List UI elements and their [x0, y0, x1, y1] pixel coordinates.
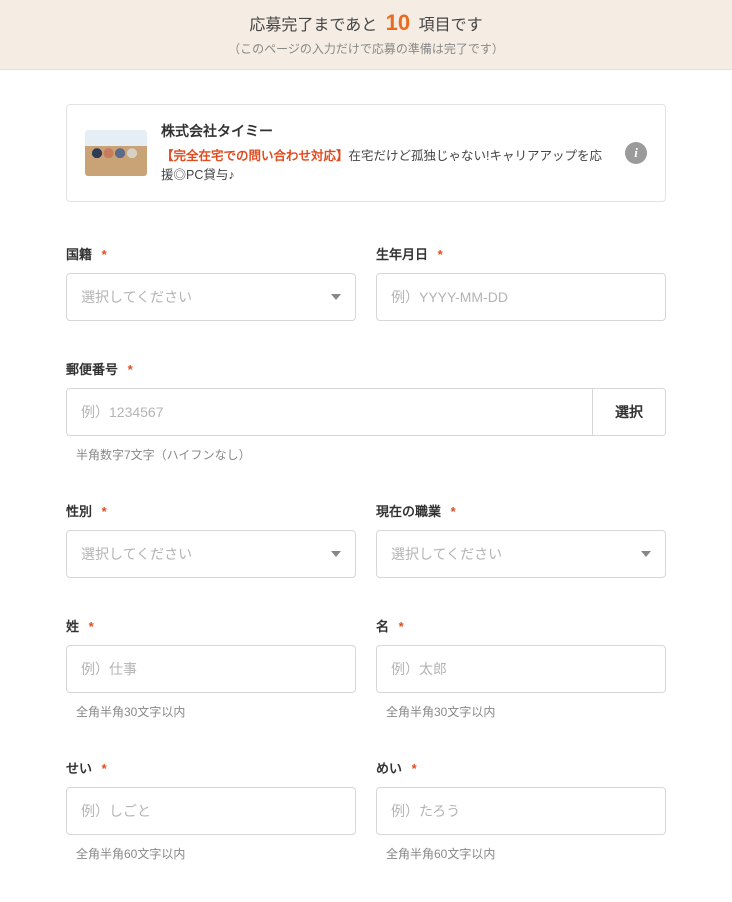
field-lastname-kana: せい * 全角半角60文字以内 — [66, 758, 356, 862]
gender-select[interactable]: 選択してください — [66, 530, 356, 578]
chevron-down-icon — [641, 551, 651, 557]
postal-input[interactable] — [67, 389, 592, 435]
label-occupation: 現在の職業 * — [376, 501, 666, 520]
postal-group: 選択 — [66, 388, 666, 436]
firstname-input[interactable] — [376, 645, 666, 693]
chevron-down-icon — [331, 551, 341, 557]
progress-prefix: 応募完了まであと — [249, 17, 377, 34]
job-thumbnail — [85, 130, 147, 176]
required-mark: * — [399, 619, 404, 634]
required-mark: * — [451, 504, 456, 519]
postal-select-button[interactable]: 選択 — [592, 389, 665, 435]
required-mark: * — [128, 362, 133, 377]
lastname-kana-input[interactable] — [66, 787, 356, 835]
field-postal: 郵便番号 * 選択 半角数字7文字（ハイフンなし） — [66, 359, 666, 463]
progress-main-text: 応募完了まであと 10 項目です — [0, 10, 732, 36]
info-icon[interactable]: i — [625, 142, 647, 164]
job-company: 株式会社タイミー — [161, 121, 611, 141]
progress-banner: 応募完了まであと 10 項目です （このページの入力だけで応募の準備は完了です） — [0, 0, 732, 70]
progress-suffix: 項目です — [419, 17, 483, 34]
occupation-select[interactable]: 選択してください — [376, 530, 666, 578]
gender-placeholder: 選択してください — [81, 544, 331, 564]
chevron-down-icon — [331, 294, 341, 300]
lastname-hint: 全角半角30文字以内 — [66, 703, 356, 720]
required-mark: * — [102, 504, 107, 519]
nationality-select[interactable]: 選択してください — [66, 273, 356, 321]
job-title-highlight: 【完全在宅での問い合わせ対応】 — [161, 149, 349, 163]
label-gender: 性別 * — [66, 501, 356, 520]
field-lastname: 姓 * 全角半角30文字以内 — [66, 616, 356, 720]
job-title: 【完全在宅での問い合わせ対応】在宅だけど孤独じゃない!キャリアアップを応援◎PC… — [161, 147, 611, 185]
required-mark: * — [102, 761, 107, 776]
progress-sub-text: （このページの入力だけで応募の準備は完了です） — [0, 40, 732, 57]
nationality-placeholder: 選択してください — [81, 287, 331, 307]
occupation-placeholder: 選択してください — [391, 544, 641, 564]
firstname-kana-hint: 全角半角60文字以内 — [376, 845, 666, 862]
label-firstname-kana: めい * — [376, 758, 666, 777]
postal-hint: 半角数字7文字（ハイフンなし） — [66, 446, 666, 463]
dob-input[interactable] — [376, 273, 666, 321]
firstname-hint: 全角半角30文字以内 — [376, 703, 666, 720]
progress-count: 10 — [386, 10, 410, 35]
label-firstname: 名 * — [376, 616, 666, 635]
firstname-kana-input[interactable] — [376, 787, 666, 835]
field-firstname-kana: めい * 全角半角60文字以内 — [376, 758, 666, 862]
label-dob: 生年月日 * — [376, 244, 666, 263]
field-occupation: 現在の職業 * 選択してください — [376, 501, 666, 578]
lastname-input[interactable] — [66, 645, 356, 693]
field-nationality: 国籍 * 選択してください — [66, 244, 356, 321]
job-text: 株式会社タイミー 【完全在宅での問い合わせ対応】在宅だけど孤独じゃない!キャリア… — [161, 121, 611, 185]
field-gender: 性別 * 選択してください — [66, 501, 356, 578]
job-card: 株式会社タイミー 【完全在宅での問い合わせ対応】在宅だけど孤独じゃない!キャリア… — [66, 104, 666, 202]
label-postal: 郵便番号 * — [66, 359, 666, 378]
label-lastname: 姓 * — [66, 616, 356, 635]
required-mark: * — [102, 247, 107, 262]
field-firstname: 名 * 全角半角30文字以内 — [376, 616, 666, 720]
lastname-kana-hint: 全角半角60文字以内 — [66, 845, 356, 862]
required-mark: * — [412, 761, 417, 776]
label-lastname-kana: せい * — [66, 758, 356, 777]
required-mark: * — [89, 619, 94, 634]
label-nationality: 国籍 * — [66, 244, 356, 263]
field-dob: 生年月日 * — [376, 244, 666, 321]
required-mark: * — [438, 247, 443, 262]
